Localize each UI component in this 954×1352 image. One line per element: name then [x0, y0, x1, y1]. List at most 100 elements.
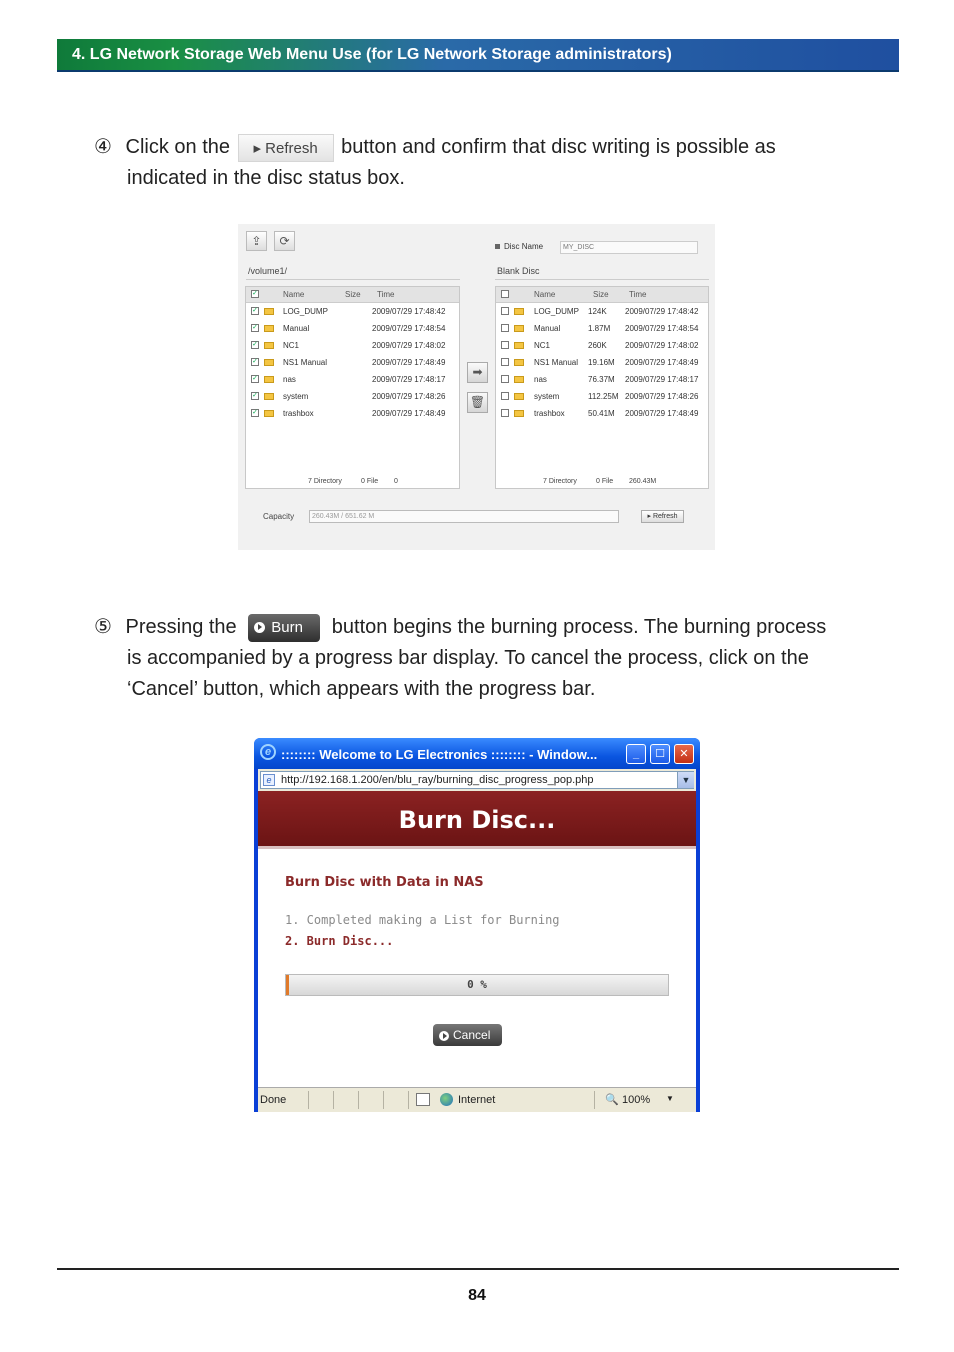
cancel-label: Cancel [453, 1028, 491, 1042]
url-field[interactable]: e http://192.168.1.200/en/blu_ray/burnin… [260, 771, 694, 789]
status-bar: Done Internet 🔍 100% ▼ [258, 1087, 696, 1112]
table-row[interactable]: ✓ trashbox 2009/07/29 17:48:49 [246, 406, 459, 423]
close-icon[interactable]: ✕ [674, 744, 694, 764]
folder-icon [514, 376, 524, 383]
zoom-level[interactable]: 100% [622, 1094, 650, 1106]
cell-name: system [283, 392, 309, 401]
table-row[interactable]: system 112.25M 2009/07/29 17:48:26 [496, 389, 708, 406]
cell-name: NS1 Manual [534, 358, 579, 367]
table-row[interactable]: ✓ Manual 2009/07/29 17:48:54 [246, 321, 459, 338]
popup-content: Burn Disc... Burn Disc with Data in NAS … [258, 791, 696, 1087]
cell-name: LOG_DUMP [534, 307, 579, 316]
cell-time: 2009/07/29 17:48:17 [625, 375, 699, 384]
burn-progress-window: e :::::::: Welcome to LG Electronics :::… [254, 738, 700, 1112]
step5-text-after: button begins the burning process. The b… [331, 616, 827, 638]
step4-number: ④ [94, 136, 112, 158]
select-all-checkbox[interactable] [501, 290, 509, 298]
table-row[interactable]: LOG_DUMP 124K 2009/07/29 17:48:42 [496, 304, 708, 321]
refresh-icon[interactable]: ⟳ [274, 231, 295, 251]
source-file-list: ✓ Name Size Time ✓ LOG_DUMP 2009/07/29 17:… [245, 286, 460, 489]
column-size: Size [593, 290, 609, 299]
divider [495, 279, 709, 280]
cell-time: 2009/07/29 17:48:49 [625, 409, 699, 418]
banner-title: Burn Disc... [398, 806, 556, 834]
address-bar: e http://192.168.1.200/en/blu_ray/burnin… [258, 769, 696, 791]
cell-time: 2009/07/29 17:48:54 [372, 324, 446, 333]
cell-name: NC1 [283, 341, 300, 350]
refresh-button[interactable]: ▸ Refresh [641, 510, 684, 523]
row-checkbox[interactable] [501, 358, 509, 366]
step4-line2: indicated in the disc status box. [127, 167, 405, 189]
step5-line1: ⑤ Pressing the Burn button begins the bu… [94, 612, 826, 643]
file-count: 0 File [596, 478, 614, 485]
status-done: Done [260, 1094, 287, 1106]
move-right-arrow-icon[interactable]: ➡ [467, 362, 488, 383]
cell-time: 2009/07/29 17:48:42 [625, 307, 699, 316]
row-checkbox[interactable]: ✓ [251, 358, 259, 366]
table-row[interactable]: ✓ NS1 Manual 2009/07/29 17:48:49 [246, 355, 459, 372]
cell-size: 112.25M [588, 392, 619, 401]
step-current: 2. Burn Disc... [285, 934, 394, 948]
table-row[interactable]: nas 76.37M 2009/07/29 17:48:17 [496, 372, 708, 389]
table-row[interactable]: ✓ nas 2009/07/29 17:48:17 [246, 372, 459, 389]
folder-icon [264, 325, 274, 332]
divider [594, 1091, 595, 1109]
table-row[interactable]: ✓ LOG_DUMP 2009/07/29 17:48:42 [246, 304, 459, 321]
row-checkbox[interactable]: ✓ [251, 409, 259, 417]
table-row[interactable]: NC1 260K 2009/07/29 17:48:02 [496, 338, 708, 355]
row-checkbox[interactable]: ✓ [251, 375, 259, 383]
row-checkbox[interactable]: ✓ [251, 324, 259, 332]
table-row[interactable]: NS1 Manual 19.16M 2009/07/29 17:48:49 [496, 355, 708, 372]
cancel-button[interactable]: Cancel [433, 1024, 502, 1046]
cell-time: 2009/07/29 17:48:26 [625, 392, 699, 401]
row-checkbox[interactable]: ✓ [251, 341, 259, 349]
cell-size: 1.87M [588, 324, 611, 333]
dropdown-arrow-icon[interactable]: ▼ [677, 772, 694, 788]
select-all-checkbox[interactable]: ✓ [251, 290, 259, 298]
cell-time: 2009/07/29 17:48:49 [372, 409, 446, 418]
table-row[interactable]: ✓ system 2009/07/29 17:48:26 [246, 389, 459, 406]
divider [333, 1091, 334, 1109]
row-checkbox[interactable] [501, 324, 509, 332]
folder-icon [514, 342, 524, 349]
row-checkbox[interactable] [501, 409, 509, 417]
total-size: 0 [394, 478, 398, 485]
folder-icon [264, 410, 274, 417]
row-checkbox[interactable] [501, 307, 509, 315]
divider [383, 1091, 384, 1109]
row-checkbox[interactable] [501, 392, 509, 400]
cell-time: 2009/07/29 17:48:02 [625, 341, 699, 350]
cell-time: 2009/07/29 17:48:17 [372, 375, 446, 384]
row-checkbox[interactable]: ✓ [251, 307, 259, 315]
minimize-icon[interactable]: _ [626, 744, 646, 764]
upload-icon[interactable]: ⇪ [246, 231, 267, 251]
row-checkbox[interactable] [501, 375, 509, 383]
step5-text-before: Pressing the [125, 616, 237, 638]
page-icon: e [263, 774, 275, 786]
cell-name: nas [283, 375, 296, 384]
table-row[interactable]: ✓ NC1 2009/07/29 17:48:02 [246, 338, 459, 355]
file-count: 0 File [361, 478, 379, 485]
banner: Burn Disc... [258, 791, 696, 849]
table-row[interactable]: Manual 1.87M 2009/07/29 17:48:54 [496, 321, 708, 338]
cell-time: 2009/07/29 17:48:49 [625, 358, 699, 367]
step4-text-before: Click on the [125, 136, 231, 158]
maximize-icon[interactable]: ☐ [650, 744, 670, 764]
column-size: Size [345, 290, 361, 299]
cell-time: 2009/07/29 17:48:02 [372, 341, 446, 350]
row-checkbox[interactable]: ✓ [251, 392, 259, 400]
row-checkbox[interactable] [501, 341, 509, 349]
disc-name-input[interactable]: MY_DISC [560, 241, 698, 254]
step5-number: ⑤ [94, 616, 112, 638]
column-time: Time [629, 290, 647, 299]
zoom-dropdown-icon[interactable]: ▼ [666, 1094, 674, 1103]
cell-name: NS1 Manual [283, 358, 328, 367]
capacity-label: Capacity [263, 512, 295, 521]
column-name: Name [283, 290, 305, 299]
page-number: 84 [468, 1287, 486, 1304]
folder-icon [264, 393, 274, 400]
divider [408, 1091, 409, 1109]
table-row[interactable]: trashbox 50.41M 2009/07/29 17:48:49 [496, 406, 708, 423]
window-title: :::::::: Welcome to LG Electronics :::::… [281, 747, 598, 762]
trash-icon[interactable]: 🗑 [467, 392, 488, 413]
